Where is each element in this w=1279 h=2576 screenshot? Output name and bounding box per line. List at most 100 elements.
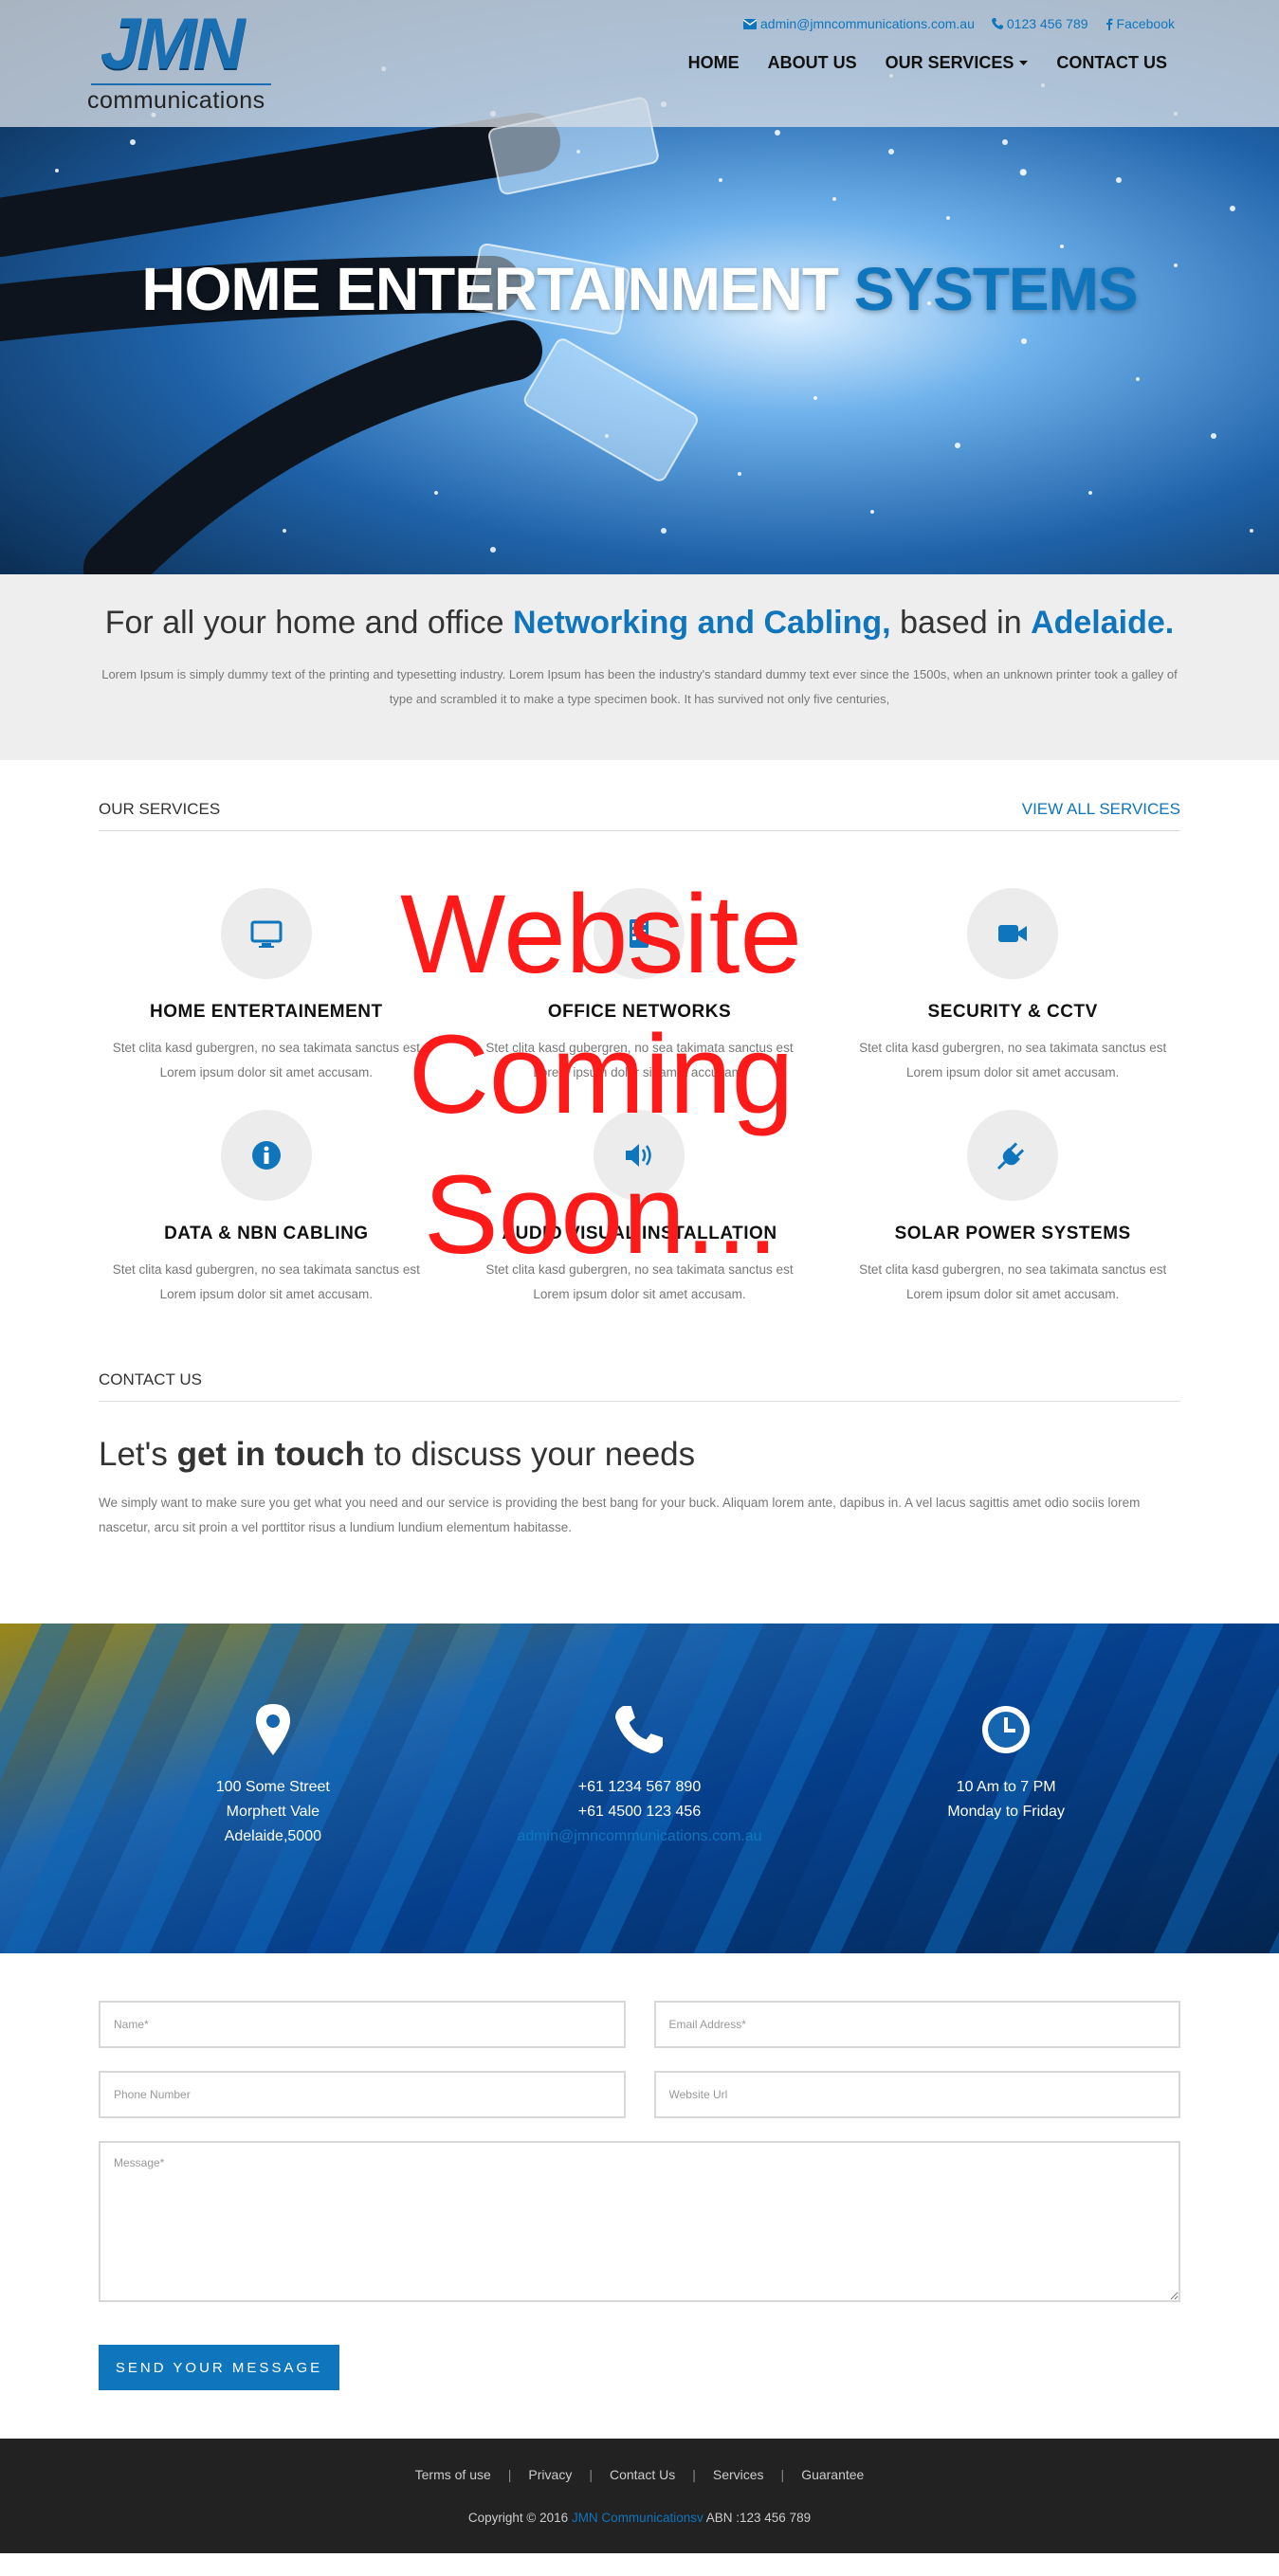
phone-icon — [615, 1706, 664, 1753]
clock-icon — [982, 1706, 1031, 1753]
network-icon — [630, 919, 649, 948]
message-field[interactable] — [99, 2141, 1180, 2302]
footer-separator: | — [692, 2467, 696, 2482]
address-block: 100 Some Street Morphett Vale Adelaide,5… — [90, 1701, 457, 1849]
copyright: Copyright © 2016 JMN Communicationsv ABN… — [0, 2511, 1279, 2525]
service-title: HOME ENTERTAINEMENT — [150, 1002, 383, 1022]
contact-header: CONTACT US — [99, 1370, 1180, 1402]
service-card-security-cctv[interactable]: SECURITY & CCTV Stet clita kasd gubergre… — [826, 888, 1199, 1085]
video-camera-icon — [998, 925, 1028, 942]
footer-separator: | — [507, 2467, 512, 2482]
service-desc: Stet clita kasd gubergren, no sea takima… — [485, 1262, 794, 1301]
contact-heading: CONTACT US — [99, 1370, 202, 1388]
services-section: OUR SERVICES VIEW ALL SERVICES HOME ENTE… — [0, 760, 1279, 1338]
email-field[interactable] — [653, 2001, 1180, 2048]
address-line-3: Adelaide,5000 — [224, 1828, 321, 1844]
service-title: AUDIO VISUAL INSTALLATION — [502, 1224, 777, 1243]
topbar-email[interactable]: admin@jmncommunications.com.au — [743, 16, 975, 31]
intro-body: Lorem Ipsum is simply dummy text of the … — [101, 667, 1178, 706]
service-title: OFFICE NETWORKS — [547, 1002, 732, 1022]
topbar-phone[interactable]: 0123 456 789 — [991, 16, 1088, 31]
intro-highlight-adelaide: Adelaide. — [1031, 605, 1175, 641]
service-title: SOLAR POWER SYSTEMS — [894, 1224, 1131, 1243]
topbar-phone-text: 0123 456 789 — [1006, 16, 1088, 31]
hero-title-highlight: SYSTEMS — [853, 255, 1139, 323]
intro-highlight-networking: Networking and Cabling, — [513, 605, 891, 641]
topbar-facebook[interactable]: Facebook — [1105, 16, 1175, 31]
service-icon-circle — [594, 1110, 685, 1201]
envelope-icon — [743, 18, 758, 29]
service-desc: Stet clita kasd gubergren, no sea takima… — [859, 1041, 1167, 1079]
send-message-button[interactable]: SEND YOUR MESSAGE — [99, 2345, 339, 2390]
address-line-1: 100 Some Street — [215, 1779, 330, 1795]
footer-separator: | — [589, 2467, 593, 2482]
copyright-pre: Copyright © 2016 — [467, 2511, 569, 2525]
caret-down-icon — [1019, 60, 1029, 65]
copyright-abn: ABN :123 456 789 — [705, 2511, 812, 2525]
contact-title-bold: get in touch — [176, 1436, 365, 1473]
service-desc: Stet clita kasd gubergren, no sea takima… — [859, 1262, 1167, 1301]
nav-home[interactable]: HOME — [688, 53, 740, 73]
service-desc: Stet clita kasd gubergren, no sea takima… — [112, 1262, 420, 1301]
phone-block: +61 1234 567 890 +61 4500 123 456 admin@… — [456, 1701, 823, 1849]
service-card-office-networks[interactable]: OFFICE NETWORKS Stet clita kasd gubergre… — [453, 888, 827, 1085]
hero-title: HOME ENTERTAINMENT SYSTEMS — [0, 254, 1279, 324]
nav-about-us[interactable]: ABOUT US — [768, 53, 857, 73]
site-header: JMN communications admin@jmncommunicatio… — [0, 0, 1279, 127]
contact-title-post: to discuss your needs — [374, 1436, 696, 1473]
phone-icon — [991, 18, 1003, 29]
service-card-solar-power[interactable]: SOLAR POWER SYSTEMS Stet clita kasd gube… — [826, 1110, 1199, 1307]
phone-line-2[interactable]: +61 4500 123 456 — [456, 1800, 823, 1824]
service-icon-circle — [220, 888, 312, 979]
nav-contact-us[interactable]: CONTACT US — [1056, 53, 1167, 73]
nav-our-services[interactable]: OUR SERVICES — [886, 53, 1029, 73]
service-icon-circle — [967, 1110, 1059, 1201]
copyright-brand-link[interactable]: JMN Communicationsv — [572, 2511, 703, 2525]
contact-info-band: 100 Some Street Morphett Vale Adelaide,5… — [0, 1624, 1279, 1953]
intro-mid: based in — [900, 605, 1022, 641]
monitor-icon — [250, 920, 283, 948]
service-card-home-entertainment[interactable]: HOME ENTERTAINEMENT Stet clita kasd gube… — [80, 888, 453, 1085]
intro-lead: For all your home and office — [104, 605, 504, 641]
footer-link-services[interactable]: Services — [713, 2467, 764, 2482]
intro-section: For all your home and office Networking … — [0, 574, 1279, 760]
topbar-facebook-text: Facebook — [1116, 16, 1175, 31]
hours-block: 10 Am to 7 PM Monday to Friday — [823, 1701, 1190, 1849]
service-card-data-nbn[interactable]: DATA & NBN CABLING Stet clita kasd guber… — [80, 1110, 453, 1307]
name-field[interactable] — [99, 2001, 626, 2048]
logo-mark: JMN — [100, 4, 245, 84]
footer-links: Terms of use | Privacy | Contact Us | Se… — [0, 2467, 1279, 2482]
service-card-audio-visual[interactable]: AUDIO VISUAL INSTALLATION Stet clita kas… — [453, 1110, 827, 1307]
site-footer: Terms of use | Privacy | Contact Us | Se… — [0, 2439, 1279, 2553]
company-logo[interactable]: JMN communications — [87, 9, 277, 116]
contact-form-section: SEND YOUR MESSAGE — [0, 1953, 1279, 2439]
phone-line-1[interactable]: +61 1234 567 890 — [456, 1775, 823, 1800]
contact-title-pre: Let's — [99, 1436, 168, 1473]
service-title: SECURITY & CCTV — [927, 1002, 1098, 1022]
footer-link-contact[interactable]: Contact Us — [610, 2467, 675, 2482]
phone-field[interactable] — [99, 2071, 626, 2118]
footer-link-privacy[interactable]: Privacy — [528, 2467, 572, 2482]
services-header: OUR SERVICES VIEW ALL SERVICES — [99, 800, 1180, 831]
plug-icon — [997, 1142, 1025, 1170]
footer-link-terms[interactable]: Terms of use — [415, 2467, 491, 2482]
intro-heading: For all your home and office Networking … — [0, 605, 1279, 642]
view-all-services-link[interactable]: VIEW ALL SERVICES — [1022, 800, 1180, 819]
hero-banner: JMN communications admin@jmncommunicatio… — [0, 0, 1279, 574]
footer-link-guarantee[interactable]: Guarantee — [801, 2467, 864, 2482]
services-heading: OUR SERVICES — [99, 800, 221, 818]
main-nav: HOME ABOUT US OUR SERVICES CONTACT US — [688, 53, 1167, 73]
logo-subtitle: communications — [87, 87, 265, 114]
info-email-link[interactable]: admin@jmncommunications.com.au — [456, 1824, 823, 1849]
speaker-icon — [626, 1144, 652, 1167]
hours-line-2: Monday to Friday — [947, 1804, 1065, 1820]
topbar-email-text: admin@jmncommunications.com.au — [760, 16, 975, 31]
contact-body: We simply want to make sure you get what… — [99, 1496, 1141, 1534]
service-icon-circle — [220, 1110, 312, 1201]
website-field[interactable] — [653, 2071, 1180, 2118]
service-title: DATA & NBN CABLING — [164, 1224, 369, 1243]
contact-title: Let's get in touch to discuss your needs — [99, 1436, 1180, 1474]
map-marker-icon — [255, 1704, 290, 1755]
service-icon-circle — [594, 888, 685, 979]
service-desc: Stet clita kasd gubergren, no sea takima… — [485, 1041, 794, 1079]
